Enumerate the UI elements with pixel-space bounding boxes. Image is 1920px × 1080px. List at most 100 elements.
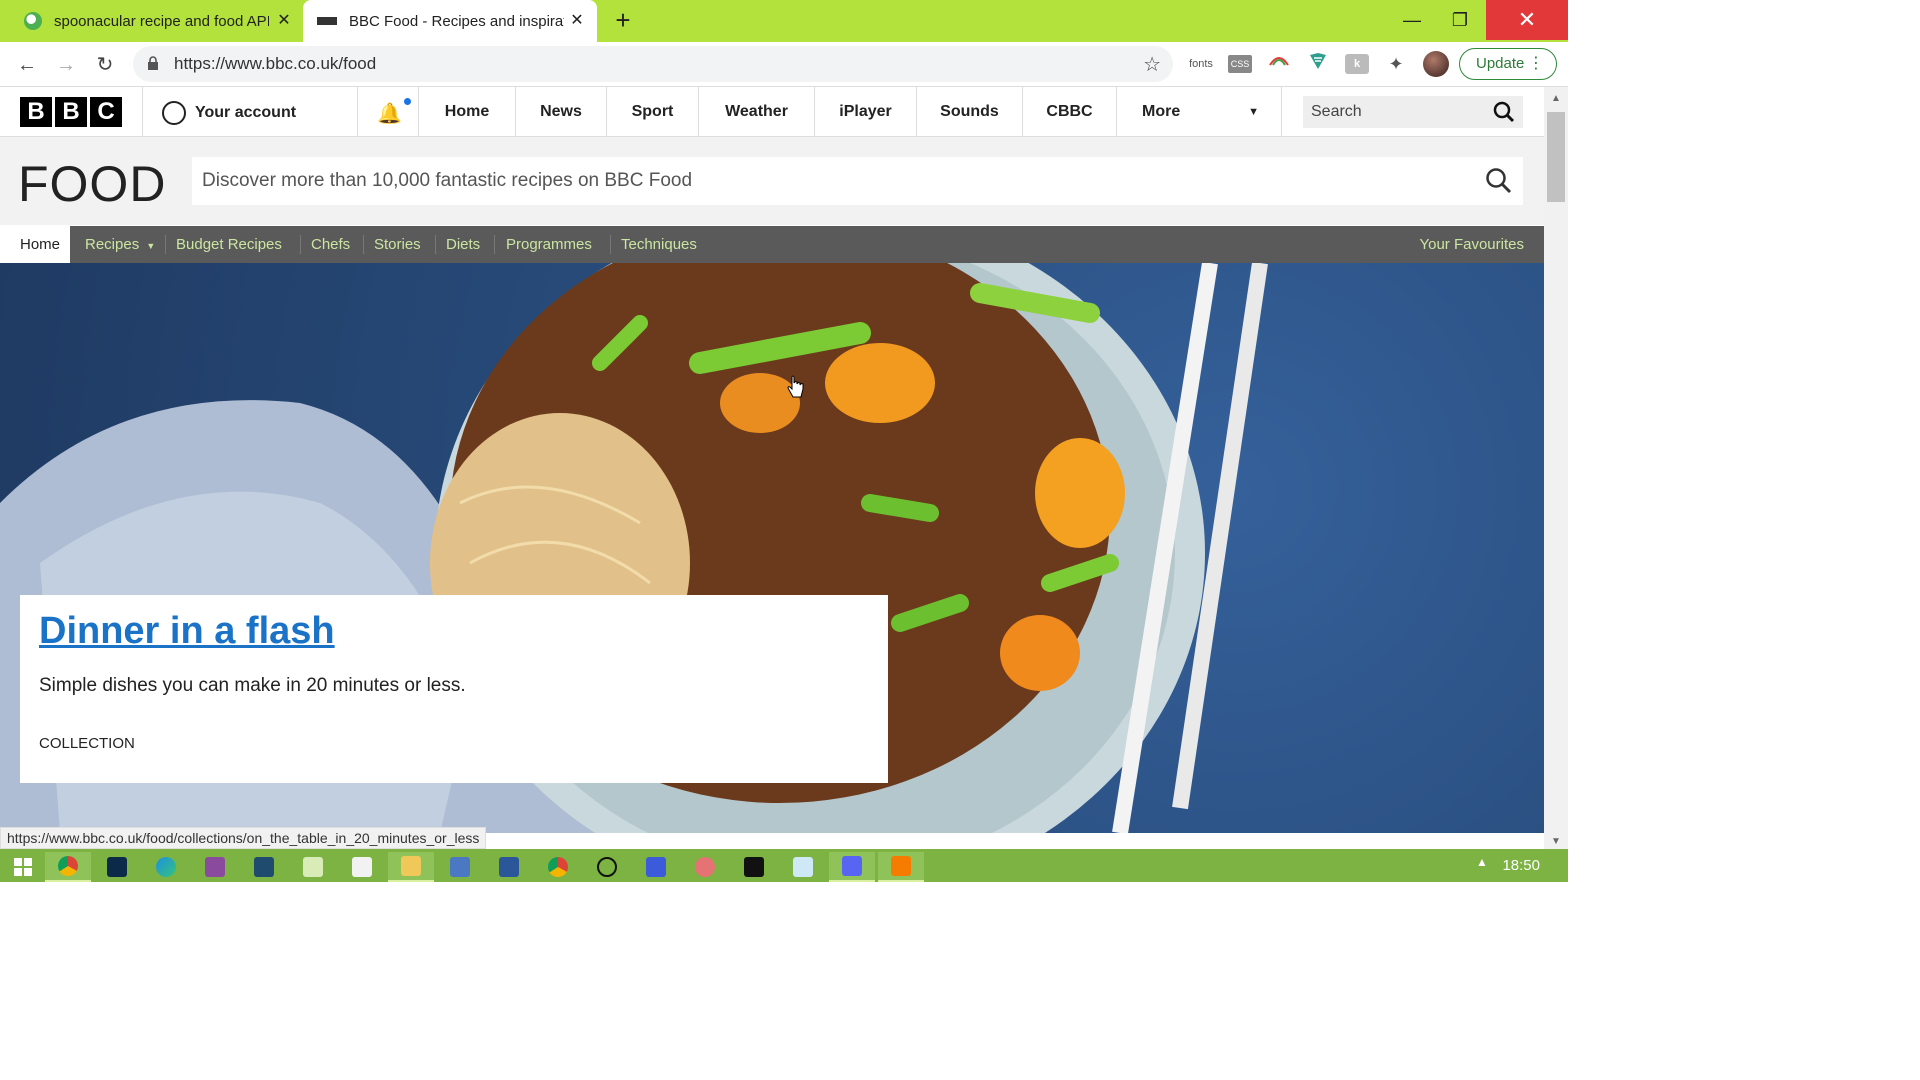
bbc-nav-sport[interactable]: Sport [606, 87, 698, 137]
bbc-nav-news[interactable]: News [515, 87, 606, 137]
explorer-icon[interactable] [388, 852, 434, 882]
browser-toolbar: ← → ↻ https://www.bbc.co.uk/food ☆ fonts… [0, 42, 1568, 87]
vertical-scrollbar[interactable]: ▲ ▼ [1544, 87, 1568, 849]
shield-extension-icon[interactable] [1306, 52, 1330, 76]
update-button[interactable]: Update ⋮ [1459, 48, 1557, 80]
divider [494, 235, 495, 254]
search-icon[interactable] [1493, 101, 1515, 123]
speech-icon[interactable] [584, 852, 630, 882]
profile-avatar[interactable] [1423, 51, 1449, 77]
food-subnav: Home Recipes ▼ Budget Recipes Chefs Stor… [10, 226, 1544, 263]
scroll-up-icon[interactable]: ▲ [1544, 93, 1568, 104]
divider [610, 235, 611, 254]
word-icon[interactable] [486, 852, 532, 882]
bbc-search-input[interactable]: Search [1303, 96, 1523, 128]
bbc-logo-letter: B [55, 97, 87, 127]
app-icon[interactable] [241, 852, 287, 882]
settings-icon[interactable] [633, 852, 679, 882]
status-bar-url: https://www.bbc.co.uk/food/collections/o… [0, 827, 487, 849]
subnav-techniques[interactable]: Techniques [621, 226, 697, 263]
chrome-alt-icon[interactable] [535, 852, 581, 882]
minimize-icon[interactable]: — [1388, 0, 1436, 40]
paint-icon[interactable] [682, 852, 728, 882]
recipe-search-placeholder: Discover more than 10,000 fantastic reci… [202, 170, 693, 191]
notepad-icon[interactable] [290, 852, 336, 882]
divider [142, 87, 143, 137]
app2-icon[interactable] [780, 852, 826, 882]
hero-banner[interactable]: Dinner in a flash Simple dishes you can … [0, 263, 1544, 833]
more-label: More [1142, 103, 1181, 120]
browser-window: spoonacular recipe and food API ✕ BBC Fo… [0, 0, 1568, 882]
scrollbar-thumb[interactable] [1547, 112, 1565, 202]
recipe-search-input[interactable]: Discover more than 10,000 fantastic reci… [192, 157, 1523, 205]
divider [363, 235, 364, 254]
bbc-nav-sounds[interactable]: Sounds [916, 87, 1022, 137]
close-window-icon[interactable]: ✕ [1486, 0, 1568, 40]
reload-icon[interactable]: ↻ [90, 50, 120, 80]
address-bar[interactable]: https://www.bbc.co.uk/food ☆ [133, 46, 1173, 82]
close-tab-icon[interactable]: ✕ [274, 11, 294, 31]
tab-spoonacular[interactable]: spoonacular recipe and food API ✕ [14, 0, 304, 42]
k-extension-icon[interactable]: k [1345, 54, 1369, 74]
tab-bbc-food[interactable]: BBC Food - Recipes and inspiratio ✕ [303, 0, 597, 42]
css-extension-icon[interactable]: CSS [1228, 55, 1252, 73]
reader-icon[interactable] [339, 852, 385, 882]
taskbar-clock[interactable]: 18:50 [1502, 857, 1540, 874]
subnav-budget-recipes[interactable]: Budget Recipes [176, 226, 282, 263]
back-icon[interactable]: ← [12, 50, 42, 80]
caret-down-icon: ▼ [146, 241, 156, 251]
hero-content-type: COLLECTION [39, 735, 135, 752]
bbc-nav-iplayer[interactable]: iPlayer [814, 87, 916, 137]
start-icon[interactable] [0, 852, 46, 882]
subnav-stories[interactable]: Stories [374, 226, 421, 263]
edge-icon[interactable] [143, 852, 189, 882]
rainbow-extension-icon[interactable] [1267, 52, 1291, 76]
bbc-logo-letter: B [20, 97, 52, 127]
remote-icon[interactable] [437, 852, 483, 882]
subnav-home[interactable]: Home [10, 226, 71, 263]
scroll-down-icon[interactable]: ▼ [1544, 836, 1568, 847]
discord-icon[interactable] [829, 852, 875, 882]
search-icon[interactable] [1485, 167, 1513, 195]
notification-dot [404, 98, 411, 105]
recipes-label: Recipes [85, 236, 140, 253]
chrome-icon[interactable] [45, 852, 91, 882]
subnav-programmes[interactable]: Programmes [506, 226, 592, 263]
bbc-logo[interactable]: B B C [20, 97, 122, 127]
subnav-recipes[interactable]: Recipes ▼ [85, 226, 155, 263]
caret-down-icon: ▼ [1248, 106, 1259, 118]
forward-icon[interactable]: → [51, 50, 81, 80]
food-header: FOOD Discover more than 10,000 fantastic… [0, 137, 1544, 225]
notifications-bell-icon[interactable]: 🔔 [377, 101, 402, 126]
spoonacular-favicon-icon [24, 12, 42, 30]
restore-icon[interactable]: ❐ [1436, 0, 1484, 40]
bbc-nav-cbbc[interactable]: CBBC [1022, 87, 1116, 137]
food-logo[interactable]: FOOD [18, 155, 166, 213]
divider [300, 235, 301, 254]
puzzle-extensions-icon[interactable]: ✦ [1384, 52, 1408, 76]
hand-cursor-icon [787, 375, 804, 398]
onenote-icon[interactable] [192, 852, 238, 882]
bbc-global-header: B B C Your account 🔔 Home News Sport Wea… [0, 87, 1544, 137]
hero-title-link[interactable]: Dinner in a flash [39, 610, 335, 653]
new-tab-button[interactable]: + [608, 6, 638, 36]
account-icon [162, 101, 186, 125]
bbc-nav-home[interactable]: Home [418, 87, 515, 137]
photoshop-icon[interactable] [94, 852, 140, 882]
close-tab-icon[interactable]: ✕ [567, 11, 587, 31]
show-hidden-icons-icon[interactable]: ▲ [1476, 855, 1488, 869]
bbc-nav-weather[interactable]: Weather [698, 87, 814, 137]
bbc-nav-more[interactable]: More ▼ [1116, 87, 1282, 137]
bookmark-star-icon[interactable]: ☆ [1143, 52, 1161, 77]
hero-card[interactable]: Dinner in a flash Simple dishes you can … [20, 595, 888, 783]
media-icon[interactable] [878, 852, 924, 882]
your-favourites-link[interactable]: Your Favourites [1419, 226, 1524, 263]
subnav-diets[interactable]: Diets [446, 226, 480, 263]
tab-title: spoonacular recipe and food API [54, 12, 269, 30]
subnav-chefs[interactable]: Chefs [311, 226, 350, 263]
tab-title: BBC Food - Recipes and inspiratio [349, 12, 564, 30]
your-account-link[interactable]: Your account [162, 101, 296, 125]
windows-taskbar: ▲ 18:50 [0, 849, 1568, 882]
terminal-icon[interactable] [731, 852, 777, 882]
fonts-extension-icon[interactable]: fonts [1189, 52, 1213, 76]
